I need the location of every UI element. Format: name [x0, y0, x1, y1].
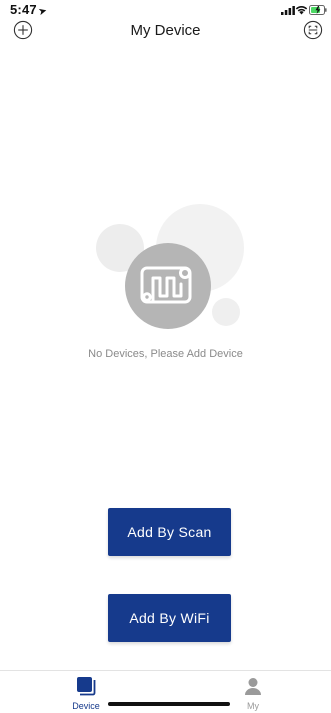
- add-by-scan-button[interactable]: Add By Scan: [108, 508, 231, 556]
- tab-device[interactable]: Device: [56, 671, 116, 713]
- device-icon: [77, 677, 96, 696]
- tab-my[interactable]: My: [223, 671, 283, 713]
- user-icon: [245, 678, 261, 695]
- tab-device-label: Device: [72, 701, 100, 711]
- location-arrow-icon: ➤: [37, 5, 48, 17]
- decor-circle-small: [212, 298, 240, 326]
- nav-bar: My Device: [0, 18, 331, 44]
- tab-my-label: My: [247, 701, 259, 711]
- wifi-icon: [295, 6, 308, 15]
- status-time: 5:47➤: [10, 2, 48, 17]
- status-bar: 5:47➤: [0, 0, 331, 18]
- battery-icon: [309, 5, 327, 15]
- page-title: My Device: [130, 22, 201, 39]
- scan-icon[interactable]: [303, 20, 323, 40]
- home-indicator: [108, 702, 230, 706]
- tab-bar: Device My: [0, 670, 331, 713]
- empty-state-graphic: [96, 204, 244, 329]
- status-time-text: 5:47: [10, 2, 37, 17]
- empty-state-message: No Devices, Please Add Device: [88, 348, 243, 360]
- add-by-wifi-button[interactable]: Add By WiFi: [108, 594, 231, 642]
- signal-icon: [281, 6, 295, 15]
- screen: 5:47➤ My Device No Devices, Please Add D…: [0, 0, 331, 713]
